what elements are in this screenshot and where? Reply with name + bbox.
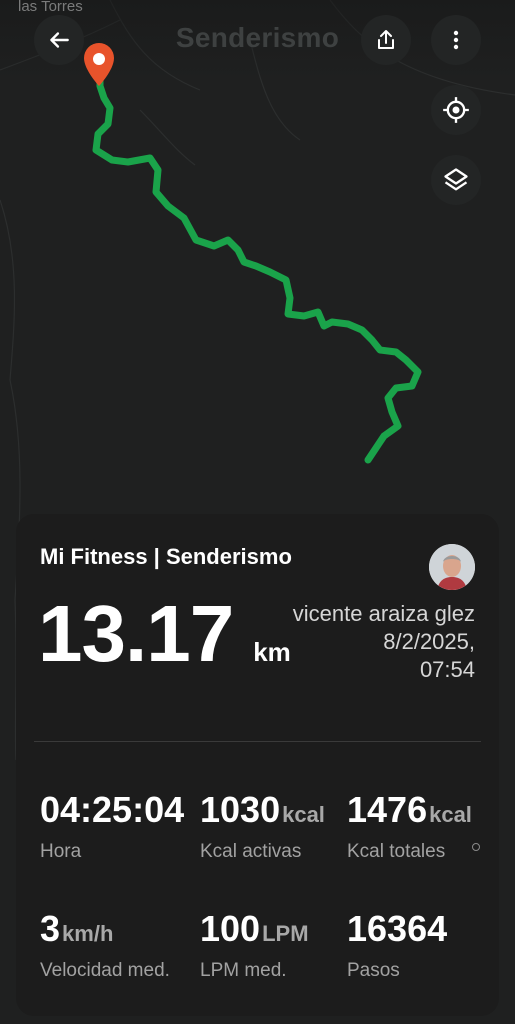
- activity-time: 07:54: [419, 657, 475, 682]
- stat-label: LPM med.: [200, 960, 287, 981]
- divider: [34, 741, 481, 742]
- stat-value: 3: [40, 908, 61, 949]
- stat-label: Kcal totales: [347, 841, 446, 862]
- stat-avg-heart-rate: 100LPM LPM med.: [200, 908, 309, 982]
- activity-date: 8/2/2025,: [383, 629, 475, 654]
- info-icon[interactable]: [472, 843, 480, 851]
- stat-total-kcal: 1476kcal Kcal totales: [347, 789, 472, 863]
- stat-unit: km/h: [62, 921, 114, 946]
- layers-icon: [444, 168, 468, 191]
- stat-value: 1030: [200, 789, 281, 830]
- stat-label: Velocidad med.: [40, 960, 170, 981]
- stat-value: 04:25:04: [40, 789, 185, 830]
- stat-label: Kcal activas: [200, 841, 302, 862]
- distance-display: 13.17 km: [38, 588, 291, 680]
- distance-value: 13.17: [38, 589, 234, 678]
- stat-value: 1476: [347, 789, 428, 830]
- stat-steps: 16364 Pasos: [347, 908, 449, 982]
- stat-duration: 04:25:04 Hora: [40, 789, 186, 863]
- stat-active-kcal: 1030kcal Kcal activas: [200, 789, 325, 863]
- stat-unit: kcal: [282, 802, 325, 827]
- stat-value: 100: [200, 908, 261, 949]
- stat-label: Hora: [40, 841, 82, 862]
- top-bar: Senderismo: [0, 0, 515, 80]
- share-icon: [378, 30, 394, 49]
- activity-summary-card: Mi Fitness | Senderismo 13.17 km vicente…: [16, 514, 499, 1016]
- stat-unit: kcal: [429, 802, 472, 827]
- layers-button[interactable]: [431, 155, 481, 205]
- avatar[interactable]: [429, 544, 475, 590]
- locate-button[interactable]: [431, 85, 481, 135]
- user-name: vicente araiza glez: [292, 601, 475, 626]
- stat-value: 16364: [347, 908, 448, 949]
- more-options-button[interactable]: [431, 15, 481, 65]
- stat-unit: LPM: [262, 921, 309, 946]
- stat-label: Pasos: [347, 960, 400, 981]
- stat-avg-speed: 3km/h Velocidad med.: [40, 908, 170, 982]
- card-title: Mi Fitness | Senderismo: [40, 544, 292, 569]
- locate-icon: [443, 97, 469, 123]
- more-vertical-icon: [453, 30, 459, 50]
- share-button[interactable]: [361, 15, 411, 65]
- user-info: vicente araiza glez 8/2/2025, 07:54: [275, 600, 475, 684]
